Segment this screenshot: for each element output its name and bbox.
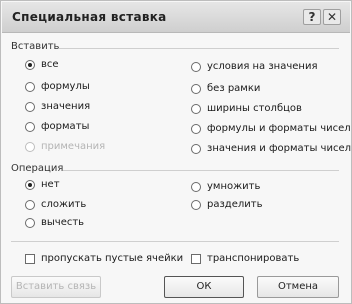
radio-icon bbox=[25, 141, 35, 152]
operation-group-label: Операция bbox=[11, 163, 64, 174]
radio-icon bbox=[25, 81, 35, 92]
paste-comments-label: примечания bbox=[41, 141, 106, 152]
help-icon[interactable]: ? bbox=[303, 9, 321, 25]
paste-values-number-formats-label: значения и форматы чисел bbox=[207, 143, 351, 154]
transpose-checkbox[interactable]: транспонировать bbox=[191, 253, 299, 264]
operation-none-label: нет bbox=[41, 179, 60, 190]
radio-icon bbox=[191, 123, 201, 134]
paste-radio-validation[interactable]: условия на значения bbox=[191, 61, 317, 72]
transpose-label: транспонировать bbox=[207, 253, 300, 264]
paste-radio-column-widths[interactable]: ширины столбцов bbox=[191, 103, 302, 114]
skip-blanks-checkbox[interactable]: пропускать пустые ячейки bbox=[25, 253, 183, 264]
operation-subtract-label: вычесть bbox=[41, 217, 85, 228]
checkbox-divider bbox=[11, 241, 339, 242]
radio-icon bbox=[191, 181, 201, 192]
skip-blanks-label: пропускать пустые ячейки bbox=[41, 253, 184, 264]
ok-button[interactable]: ОК bbox=[164, 276, 244, 298]
radio-icon bbox=[25, 217, 35, 228]
paste-radio-all[interactable]: все bbox=[25, 59, 59, 70]
paste-special-dialog: Специальная вставка ? ✕ Вставить все фор… bbox=[0, 0, 352, 304]
radio-icon bbox=[25, 179, 35, 190]
operation-radio-none[interactable]: нет bbox=[25, 179, 60, 190]
operation-radio-multiply[interactable]: умножить bbox=[191, 181, 260, 192]
paste-radio-formats[interactable]: форматы bbox=[25, 121, 89, 132]
paste-group-divider bbox=[59, 48, 339, 49]
radio-icon bbox=[191, 83, 201, 94]
dialog-title: Специальная вставка bbox=[12, 10, 167, 24]
operation-radio-subtract[interactable]: вычесть bbox=[25, 217, 84, 228]
checkbox-icon bbox=[191, 253, 201, 264]
operation-divide-label: разделить bbox=[207, 199, 263, 210]
paste-radio-comments: примечания bbox=[25, 141, 105, 152]
paste-radio-values[interactable]: значения bbox=[25, 101, 90, 112]
radio-icon bbox=[191, 143, 201, 154]
paste-radio-formulas[interactable]: формулы bbox=[25, 81, 90, 92]
paste-radio-no-borders[interactable]: без рамки bbox=[191, 83, 260, 94]
paste-formulas-label: формулы bbox=[41, 81, 90, 92]
paste-formulas-number-formats-label: формулы и форматы чисел bbox=[207, 123, 351, 134]
operation-radio-add[interactable]: сложить bbox=[25, 199, 86, 210]
operation-multiply-label: умножить bbox=[207, 181, 261, 192]
radio-icon bbox=[25, 199, 35, 210]
radio-icon bbox=[25, 121, 35, 132]
operation-radio-divide[interactable]: разделить bbox=[191, 199, 262, 210]
paste-validation-label: условия на значения bbox=[207, 61, 318, 72]
paste-no-borders-label: без рамки bbox=[207, 83, 261, 94]
paste-formats-label: форматы bbox=[41, 121, 90, 132]
operation-group-divider bbox=[63, 170, 339, 171]
paste-radio-formulas-number-formats[interactable]: формулы и форматы чисел bbox=[191, 123, 351, 134]
radio-icon bbox=[25, 101, 35, 112]
radio-icon bbox=[25, 59, 35, 70]
cancel-button[interactable]: Отмена bbox=[257, 276, 339, 298]
radio-icon bbox=[191, 103, 201, 114]
paste-radio-values-number-formats[interactable]: значения и форматы чисел bbox=[191, 143, 351, 154]
title-bar: Специальная вставка ? ✕ bbox=[2, 2, 350, 33]
operation-add-label: сложить bbox=[41, 199, 87, 210]
paste-all-label: все bbox=[41, 59, 59, 70]
paste-link-button: Вставить связь bbox=[11, 276, 101, 298]
radio-icon bbox=[191, 61, 201, 72]
checkbox-icon bbox=[25, 253, 35, 264]
paste-group-label: Вставить bbox=[11, 41, 60, 52]
paste-values-label: значения bbox=[41, 101, 91, 112]
radio-icon bbox=[191, 199, 201, 210]
paste-column-widths-label: ширины столбцов bbox=[207, 103, 302, 114]
close-icon[interactable]: ✕ bbox=[323, 9, 341, 25]
